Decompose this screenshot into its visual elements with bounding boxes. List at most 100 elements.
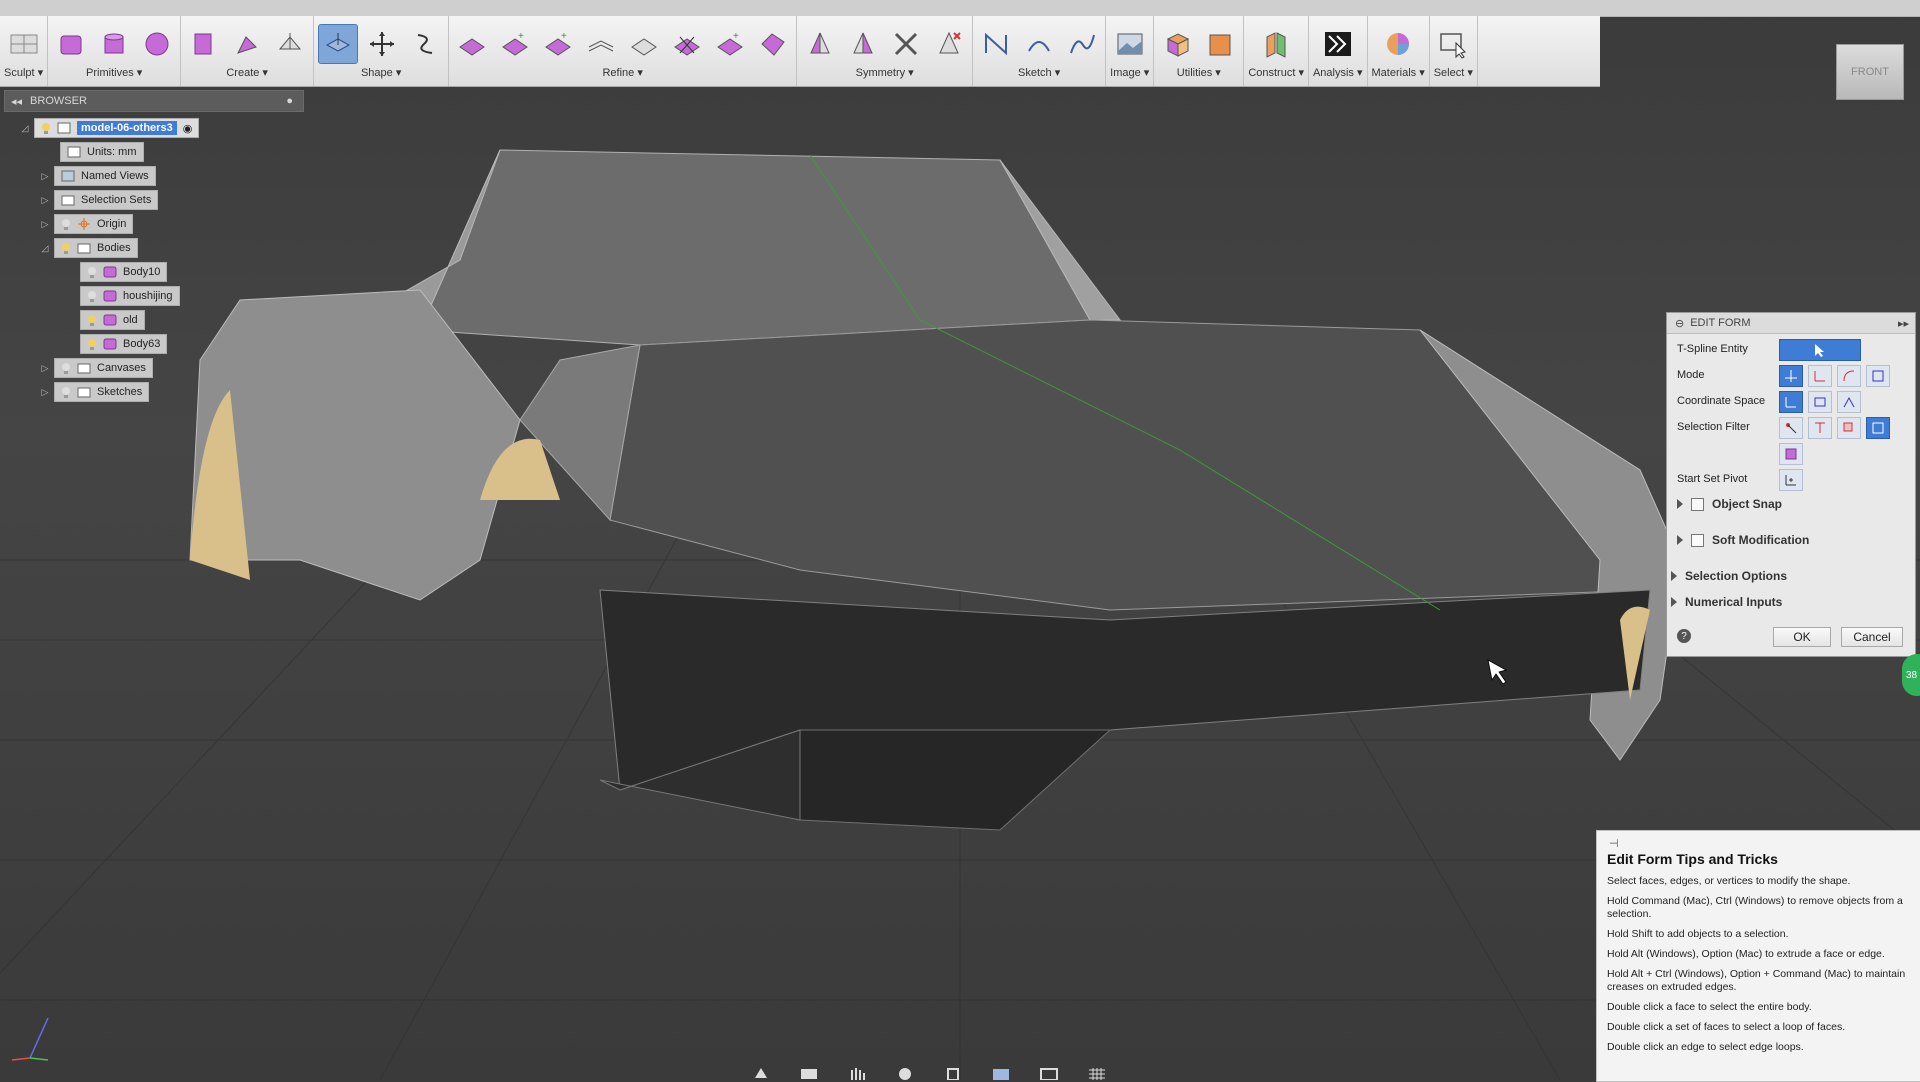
- mode-scale-icon[interactable]: [1866, 365, 1890, 387]
- insert-point-icon[interactable]: +: [539, 25, 577, 63]
- pin-icon[interactable]: ●: [286, 95, 293, 107]
- expand-icon[interactable]: ▷: [40, 171, 50, 181]
- tree-row-bodies[interactable]: ◿ Bodies: [40, 238, 138, 258]
- toolbar-group-label[interactable]: Analysis ▾: [1313, 66, 1363, 79]
- sketch-arc-icon[interactable]: [1020, 25, 1058, 63]
- pipe-icon[interactable]: [271, 25, 309, 63]
- face-icon[interactable]: [185, 25, 223, 63]
- fill-hole-icon[interactable]: [668, 25, 706, 63]
- ok-button[interactable]: OK: [1773, 627, 1831, 647]
- vertex-filter-icon[interactable]: [1779, 417, 1803, 439]
- cancel-button[interactable]: Cancel: [1841, 627, 1903, 647]
- toolbar-group-label[interactable]: Symmetry ▾: [856, 66, 914, 79]
- look-at-icon[interactable]: [798, 1066, 820, 1080]
- toolbar-group-sketch[interactable]: Sketch ▾: [973, 16, 1107, 86]
- local-space-icon[interactable]: [1837, 391, 1861, 413]
- body-filter-icon[interactable]: [1866, 417, 1890, 439]
- tree-row-canvases[interactable]: ▷ Canvases: [40, 358, 153, 378]
- browser-header[interactable]: ◂◂ BROWSER ●: [4, 90, 304, 112]
- tree-row-old[interactable]: old: [80, 310, 145, 330]
- toolbar-group-label[interactable]: Shape ▾: [361, 66, 401, 79]
- toolbar-group-label[interactable]: Sketch ▾: [1018, 66, 1060, 79]
- mirror-duplicate-icon[interactable]: [887, 25, 925, 63]
- expand-icon[interactable]: ▷: [40, 387, 50, 397]
- expand-icon[interactable]: ▷: [40, 195, 50, 205]
- visibility-bulb-icon[interactable]: [61, 218, 71, 230]
- dialog-header[interactable]: ⊖ EDIT FORM ▸▸: [1667, 313, 1915, 334]
- tree-row-body10[interactable]: Body10: [80, 262, 168, 282]
- expand-icon[interactable]: ▷: [40, 219, 50, 229]
- notification-badge[interactable]: 38: [1902, 654, 1920, 696]
- pan-icon[interactable]: [846, 1066, 868, 1080]
- zoom-icon[interactable]: [894, 1066, 916, 1080]
- activate-radio-icon[interactable]: ◉: [183, 122, 193, 135]
- soft-modification-row[interactable]: Soft Modification: [1677, 533, 1809, 547]
- toolbar-group-label[interactable]: Sculpt ▾: [4, 66, 43, 79]
- tree-row-origin[interactable]: ▷ Origin: [40, 214, 134, 234]
- tree-row-selection-sets[interactable]: ▷ Selection Sets: [40, 190, 159, 210]
- construction-plane-icon[interactable]: [1257, 25, 1295, 63]
- pull-icon[interactable]: [406, 25, 444, 63]
- toolbar-group-symmetry[interactable]: Symmetry ▾: [797, 16, 974, 86]
- toolbar-group-image[interactable]: Image ▾: [1106, 16, 1155, 86]
- tree-row-body63[interactable]: Body63: [80, 334, 168, 354]
- expand-arrow-icon[interactable]: [1671, 571, 1677, 581]
- toolbar-group-primitives[interactable]: Primitives ▾: [48, 16, 182, 86]
- world-space-icon[interactable]: [1779, 391, 1803, 413]
- view-space-icon[interactable]: [1808, 391, 1832, 413]
- object-filter-icon[interactable]: [1779, 443, 1803, 465]
- collapse-icon[interactable]: ◿: [40, 243, 50, 253]
- visibility-bulb-icon[interactable]: [87, 290, 97, 302]
- canvas-image-icon[interactable]: [1111, 25, 1149, 63]
- toolbar-group-create[interactable]: Create ▾: [181, 16, 315, 86]
- visibility-bulb-icon[interactable]: [61, 386, 71, 398]
- pin-icon[interactable]: ⊣: [1609, 837, 1619, 850]
- collapse-panel-icon[interactable]: ◂◂: [11, 95, 22, 108]
- toolbar-group-label[interactable]: Select ▾: [1434, 66, 1473, 79]
- repair-body-icon[interactable]: [1201, 25, 1239, 63]
- viewcube[interactable]: FRONT: [1836, 44, 1904, 100]
- toolbar-group-label[interactable]: Refine ▾: [602, 66, 642, 79]
- box-primitive-icon[interactable]: [52, 25, 90, 63]
- visual-style-icon[interactable]: [1038, 1066, 1060, 1080]
- merge-edge-icon[interactable]: [582, 25, 620, 63]
- visibility-bulb-icon[interactable]: [41, 122, 51, 134]
- sphere-primitive-icon[interactable]: [138, 25, 176, 63]
- expand-dialog-icon[interactable]: ▸▸: [1898, 317, 1909, 330]
- soft-modification-checkbox[interactable]: [1691, 533, 1704, 547]
- toolbar-group-label[interactable]: Construct ▾: [1248, 66, 1304, 79]
- expand-arrow-icon[interactable]: [1677, 499, 1683, 509]
- expand-icon[interactable]: ▷: [40, 363, 50, 373]
- help-icon[interactable]: ?: [1677, 629, 1691, 643]
- numerical-inputs-row[interactable]: Numerical Inputs: [1671, 595, 1782, 609]
- visibility-bulb-icon[interactable]: [61, 242, 71, 254]
- visibility-bulb-icon[interactable]: [87, 314, 97, 326]
- grid-icon[interactable]: [1086, 1066, 1108, 1080]
- crease-icon[interactable]: [754, 25, 792, 63]
- clear-symmetry-icon[interactable]: [930, 25, 968, 63]
- edge-filter-icon[interactable]: [1808, 417, 1832, 439]
- toolbar-group-analysis[interactable]: Analysis ▾: [1309, 16, 1368, 86]
- circular-internal-icon[interactable]: [844, 25, 882, 63]
- move-icon[interactable]: [363, 25, 401, 63]
- visibility-bulb-icon[interactable]: [87, 338, 97, 350]
- viewcube-label[interactable]: FRONT: [1851, 66, 1889, 78]
- edit-form-icon[interactable]: [318, 24, 359, 64]
- toolbar-group-label[interactable]: Materials ▾: [1372, 66, 1425, 79]
- select-icon[interactable]: [1434, 25, 1472, 63]
- toolbar-group-label[interactable]: Image ▾: [1110, 66, 1149, 79]
- sketch-line-icon[interactable]: [977, 25, 1015, 63]
- car-model[interactable]: [189, 149, 1681, 831]
- appearance-icon[interactable]: [1379, 25, 1417, 63]
- insert-edge-icon[interactable]: [453, 25, 491, 63]
- weld-vertices-icon[interactable]: +: [711, 25, 749, 63]
- collapse-icon[interactable]: ◿: [20, 123, 30, 133]
- bridge-icon[interactable]: [625, 25, 663, 63]
- subdivide-icon[interactable]: +: [496, 25, 534, 63]
- toolbar-group-sculpt[interactable]: Sculpt ▾: [0, 16, 49, 86]
- visibility-bulb-icon[interactable]: [61, 362, 71, 374]
- orbit-icon[interactable]: [750, 1066, 772, 1080]
- cylinder-primitive-icon[interactable]: [95, 25, 133, 63]
- mirror-internal-icon[interactable]: [801, 25, 839, 63]
- toolbar-group-label[interactable]: Create ▾: [226, 66, 268, 79]
